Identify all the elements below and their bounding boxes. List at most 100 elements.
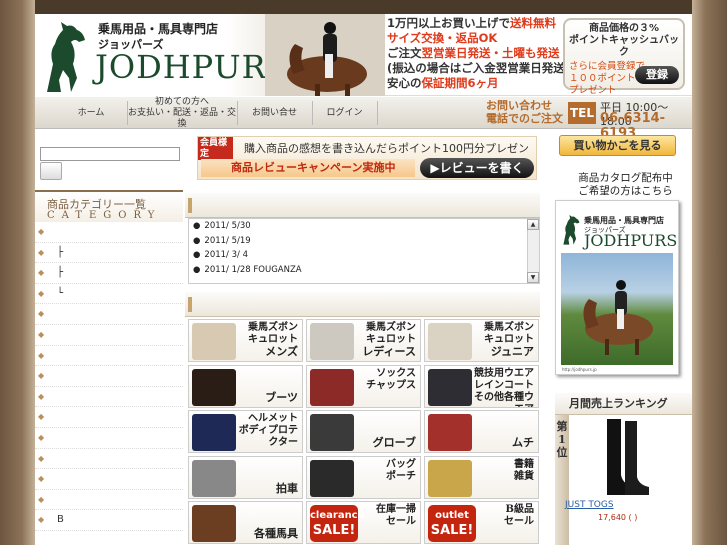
category-tile-sublabel: ブーツ — [265, 390, 298, 404]
category-image — [428, 323, 472, 360]
promo-line-2: サイズ交換・返品OK — [387, 31, 498, 45]
news-scrollbar[interactable]: ▲ ▼ — [527, 219, 539, 283]
catalog-photo — [561, 253, 673, 365]
category-image — [192, 368, 236, 406]
search-input[interactable] — [40, 147, 180, 161]
review-campaign-banner[interactable]: 会員様 定 購入商品の感想を書き込んだらポイント100円分プレゼント 商品レビュ… — [197, 136, 537, 180]
category-item[interactable]: ◆ ├ — [35, 243, 183, 264]
shop-subtitle: 乗馬用品・馬具専門店 — [98, 22, 219, 36]
bullet-icon: ● — [193, 264, 201, 275]
category-item[interactable]: ◆ — [35, 222, 183, 243]
logo-link[interactable]: 乗馬用品・馬具専門店 ジョッパーズ JODHPURS — [35, 14, 385, 96]
category-tile[interactable]: バッグ ポーチ — [306, 455, 421, 499]
category-tile[interactable]: clearance SALE! 在庫一掃 セール — [306, 501, 421, 544]
diamond-bullet-icon: ◆ — [38, 227, 45, 236]
rank-item-price: 17,640 ( ) — [598, 513, 638, 522]
rank-number: 第 1 位 — [556, 420, 568, 459]
nav-home[interactable]: ホーム — [55, 97, 127, 129]
nav-first-time[interactable]: 初めての方へ お支払い・配送・返品・交換 — [127, 97, 237, 129]
shop-name: JODHPURS — [95, 48, 290, 86]
ranking-heading: 月間売上ランキング — [555, 393, 692, 415]
category-item[interactable]: ◆ — [35, 490, 183, 511]
category-item-label: ├ — [57, 246, 64, 258]
phone-order-label: お問い合わせ 電話でのご注文 — [486, 99, 563, 125]
category-image — [310, 459, 354, 497]
category-item[interactable]: ◆ — [35, 407, 183, 428]
rank-item-link[interactable]: JUST TOGS — [565, 500, 614, 510]
catalog-cover[interactable]: 乗馬用品・馬具専門店 ジョッパーズ JODHPURS http://jodhpu… — [555, 200, 679, 375]
category-item[interactable]: ◆ — [35, 469, 183, 490]
category-tile[interactable]: 乗馬ズボン キュロット メンズ — [188, 319, 303, 362]
category-tile[interactable]: 乗馬ズボン キュロット レディース — [306, 319, 421, 362]
category-tile-label: ヘルメット ボディプロテクター — [238, 413, 298, 448]
nav-divider — [377, 101, 378, 125]
catalog-label[interactable]: 商品カタログ配布中 ご希望の方はこちら — [559, 172, 692, 198]
bullet-icon: ● — [193, 250, 201, 260]
nav-contact[interactable]: お問い合せ — [237, 97, 312, 129]
diamond-bullet-icon: ◆ — [38, 494, 45, 504]
category-item[interactable]: ◆ — [35, 449, 183, 470]
category-tile[interactable]: 競技用ウエア レインコート その他各種ウエア — [424, 364, 539, 408]
rider-photo — [265, 14, 385, 96]
write-review-button[interactable]: ▶レビューを書く — [420, 158, 534, 178]
register-button[interactable]: 登録 — [635, 66, 679, 84]
category-item[interactable]: ◆ ├ — [35, 263, 183, 284]
catalog-shop-name: JODHPURS — [584, 231, 678, 250]
category-tile[interactable]: 拍車 — [188, 455, 303, 499]
nav-login[interactable]: ログイン — [312, 97, 377, 129]
category-tile[interactable]: ムチ — [424, 410, 539, 453]
category-item[interactable]: ◆ — [35, 304, 183, 325]
category-image — [192, 459, 236, 497]
news-item[interactable]: ● 2011/ 5/30 — [189, 219, 539, 234]
category-image — [192, 323, 236, 360]
category-item[interactable]: ◆ — [35, 387, 183, 408]
boot-product-image[interactable] — [601, 415, 651, 497]
category-image — [310, 323, 354, 360]
news-date: 2011/ 1/28 — [204, 264, 251, 275]
category-tile-sublabel: ジュニア — [490, 345, 534, 358]
category-item[interactable]: ◆ └ — [35, 284, 183, 305]
news-item[interactable]: ● 2011/ 1/28 FOUGANZA — [189, 263, 539, 278]
category-item[interactable]: ◆ — [35, 428, 183, 449]
promo-line-5: 安心の保証期間6ヶ月 — [387, 76, 499, 90]
category-item[interactable]: ◆ — [35, 346, 183, 367]
category-tile[interactable]: outlet SALE! B級品 セール — [424, 501, 539, 544]
promo-line-3: ご注文翌営業日発送・土曜も発送 — [387, 46, 560, 60]
news-title: FOUGANZA — [253, 264, 302, 275]
view-cart-button[interactable]: 買い物かごを見る — [559, 135, 676, 156]
category-tile[interactable]: グローブ — [306, 410, 421, 453]
news-item[interactable]: ● 2011/ 5/19 — [189, 234, 539, 249]
category-image — [192, 505, 236, 542]
rider-photo — [583, 280, 653, 355]
category-image — [192, 414, 236, 451]
category-tile[interactable]: 書籍 雑貨 — [424, 455, 539, 499]
news-list: ● 2011/ 5/30 ● 2011/ 5/19 ● 2011/ 3/ 4 ● 201… — [188, 218, 540, 284]
diamond-bullet-icon: ◆ — [38, 247, 45, 257]
category-item-label: ├ — [57, 267, 64, 279]
point-cashback-box: 商品価格の３% ポイントキャッシュバック さらに会員登録で １００ポイント プレ… — [563, 18, 685, 96]
news-item[interactable]: ● 2011/ 3/ 4 — [189, 248, 539, 263]
category-item[interactable]: ◆ — [35, 325, 183, 346]
news-section-heading — [185, 193, 540, 218]
category-item[interactable]: ◆ — [35, 366, 183, 387]
category-item-label: B — [57, 514, 64, 526]
category-tile[interactable]: ブーツ — [188, 364, 303, 408]
scroll-down-arrow-icon[interactable]: ▼ — [527, 272, 539, 283]
category-tile[interactable]: ソックス チャップス — [306, 364, 421, 408]
horse-logo-icon — [563, 215, 580, 245]
category-tile-sublabel: レディース — [362, 345, 416, 358]
category-image — [428, 414, 472, 451]
news-date: 2011/ 5/19 — [204, 235, 251, 246]
tel-badge: TEL — [568, 102, 596, 124]
category-tile-sublabel: グローブ — [372, 436, 416, 449]
category-item[interactable]: ◆ B — [35, 510, 183, 531]
category-image — [428, 459, 472, 497]
scroll-up-arrow-icon[interactable]: ▲ — [527, 219, 539, 230]
category-tile-label: バッグ ポーチ — [386, 458, 416, 482]
category-heading: 商品カテゴリー一覧 CATEGORY — [35, 190, 183, 222]
search-button[interactable] — [40, 162, 62, 180]
category-tile[interactable]: ヘルメット ボディプロテクター — [188, 410, 303, 453]
category-tile[interactable]: 乗馬ズボン キュロット ジュニア — [424, 319, 539, 362]
promo-line-1: 1万円以上お買い上げで送料無料 — [387, 16, 557, 30]
category-tile[interactable]: 各種馬具 — [188, 501, 303, 544]
